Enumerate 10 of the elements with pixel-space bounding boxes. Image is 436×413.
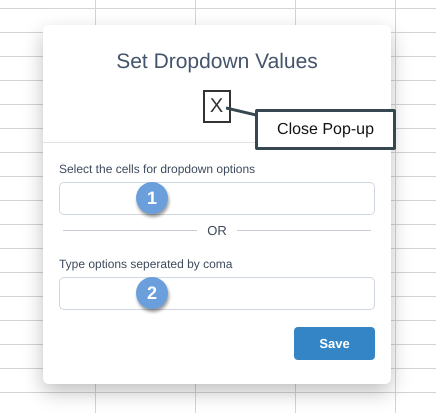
callout: Close Pop-up (255, 109, 396, 150)
close-button[interactable]: X (202, 90, 230, 123)
dialog-title: Set Dropdown Values (116, 50, 318, 74)
input-field[interactable] (59, 182, 375, 215)
input-field[interactable] (59, 277, 375, 310)
leader-line (226, 106, 258, 118)
separator-text: OR (207, 223, 227, 238)
save-button[interactable]: Save (294, 327, 375, 360)
field-label: Select the cells for dropdown options (59, 162, 256, 176)
field-label: Type options seperated by coma (59, 257, 232, 271)
